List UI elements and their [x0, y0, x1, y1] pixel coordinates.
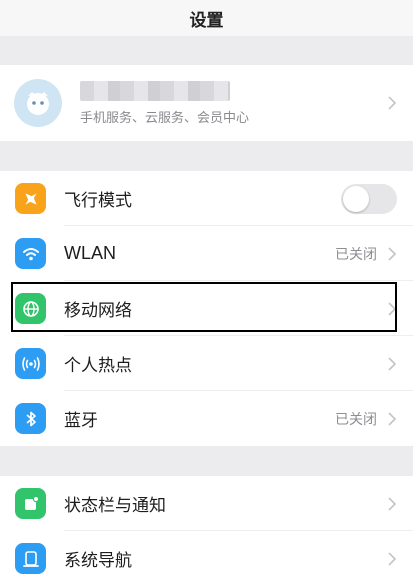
- page-title: 设置: [189, 10, 224, 31]
- settings-item-label: WLAN: [64, 243, 117, 263]
- account-subtitle: 手机服务、云服务、会员中心: [80, 110, 250, 126]
- settings-item-label: 飞行模式: [64, 191, 132, 211]
- hotspot-icon: [15, 348, 46, 379]
- settings-item-wlan[interactable]: WLAN 已关闭: [0, 226, 413, 281]
- chevron-right-icon: [388, 356, 397, 371]
- status-text: 已关闭: [335, 411, 377, 428]
- chevron-right-icon: [388, 496, 397, 511]
- settings-item-navigation[interactable]: 系统导航: [0, 531, 413, 586]
- section-gap: [0, 446, 413, 476]
- section-gap: [0, 141, 413, 171]
- settings-item-bluetooth[interactable]: 蓝牙 已关闭: [0, 391, 413, 446]
- account-info: 手机服务、云服务、会员中心: [80, 80, 387, 126]
- chevron-right-icon: [388, 411, 397, 426]
- section-gap: [0, 36, 413, 65]
- settings-item-label: 个人热点: [64, 356, 132, 376]
- toggle-knob: [343, 185, 369, 212]
- bluetooth-icon: [15, 403, 46, 434]
- settings-item-label: 状态栏与通知: [64, 496, 166, 516]
- airplane-toggle[interactable]: [341, 183, 397, 214]
- account-name-blurred: [80, 80, 230, 101]
- chevron-right-icon: [388, 246, 397, 261]
- avatar: [14, 79, 62, 127]
- notification-icon: [15, 488, 46, 519]
- settings-item-label: 蓝牙: [64, 411, 98, 431]
- system-section: 状态栏与通知 系统导航: [0, 476, 413, 586]
- status-text: 已关闭: [335, 246, 377, 263]
- airplane-icon: [15, 183, 46, 214]
- connectivity-section: 飞行模式 WLAN 已关闭 移动网络 个人热点 蓝牙 已关闭: [0, 171, 413, 446]
- chevron-right-icon: [388, 551, 397, 566]
- settings-item-mobile-network[interactable]: 移动网络: [0, 281, 413, 336]
- wifi-icon: [15, 238, 46, 269]
- account-section: 手机服务、云服务、会员中心: [0, 65, 413, 141]
- settings-item-label: 系统导航: [64, 551, 132, 571]
- globe-icon: [15, 293, 46, 324]
- navigation-icon: [15, 543, 46, 574]
- chevron-right-icon: [388, 301, 397, 316]
- account-row[interactable]: 手机服务、云服务、会员中心: [0, 65, 413, 141]
- settings-item-hotspot[interactable]: 个人热点: [0, 336, 413, 391]
- settings-item-label: 移动网络: [64, 301, 132, 321]
- user-avatar-icon: [27, 92, 49, 115]
- settings-item-airplane[interactable]: 飞行模式: [0, 171, 413, 226]
- chevron-right-icon: [388, 96, 397, 110]
- settings-item-status-bar[interactable]: 状态栏与通知: [0, 476, 413, 531]
- header: 设置: [0, 0, 413, 36]
